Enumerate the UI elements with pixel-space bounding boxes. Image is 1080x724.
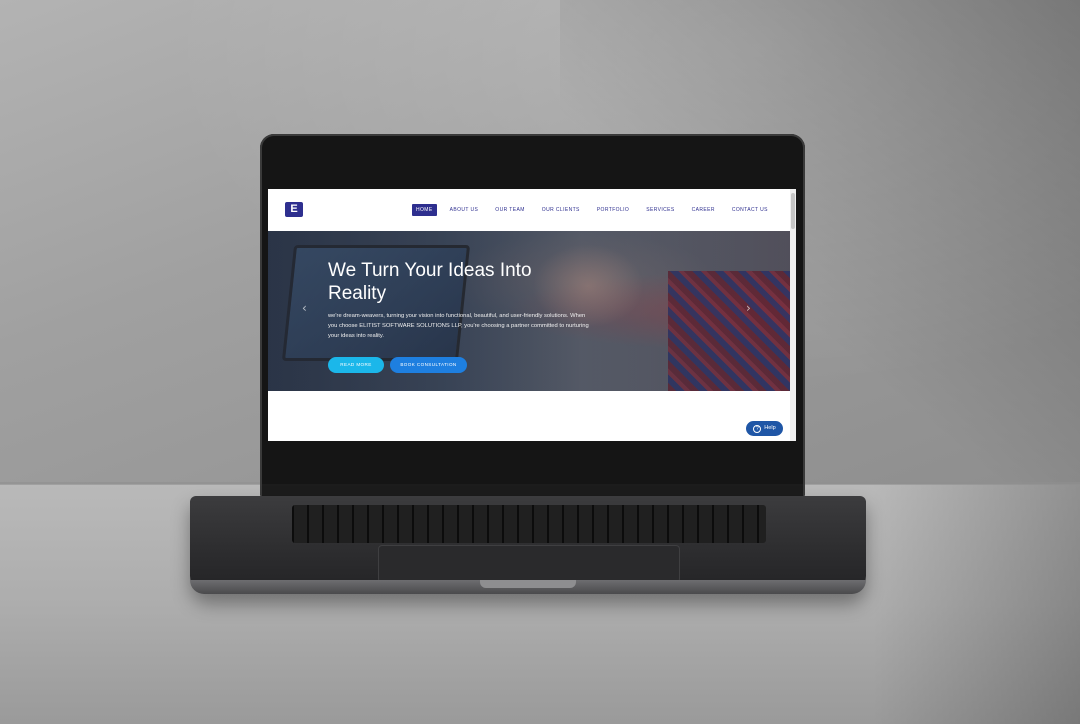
nav-item-our-clients[interactable]: OUR CLIENTS: [538, 204, 584, 216]
hero-title: We Turn Your Ideas Into Reality: [328, 260, 532, 304]
laptop-screen: E HOME ABOUT US OUR TEAM OUR CLIENTS POR…: [268, 189, 796, 441]
nav-item-contact-us[interactable]: CONTACT US: [728, 204, 772, 216]
nav-item-about-us[interactable]: ABOUT US: [446, 204, 483, 216]
hero-banner: ‹ › We Turn Your Ideas Into Reality we'r…: [268, 231, 790, 391]
nav-item-portfolio[interactable]: PORTFOLIO: [593, 204, 633, 216]
nav-item-home[interactable]: HOME: [412, 204, 437, 216]
hero-description: we're dream-weavers, turning your vision…: [328, 313, 589, 339]
nav-item-career[interactable]: CAREER: [688, 204, 719, 216]
scrollbar-thumb[interactable]: [791, 193, 795, 229]
question-circle-icon: ?: [753, 424, 762, 433]
help-button[interactable]: ? Help: [746, 421, 783, 436]
carousel-next-icon[interactable]: ›: [746, 301, 751, 315]
site-navbar: E HOME ABOUT US OUR TEAM OUR CLIENTS POR…: [268, 189, 796, 231]
laptop-notch: [480, 580, 576, 588]
read-more-button[interactable]: READ MORE: [328, 357, 384, 373]
laptop-keyboard: [292, 505, 766, 543]
nav-item-services[interactable]: SERVICES: [642, 204, 678, 216]
nav-item-our-team[interactable]: OUR TEAM: [491, 204, 529, 216]
help-label: Help: [764, 425, 776, 431]
laptop-trackpad: [378, 545, 680, 583]
carousel-prev-icon[interactable]: ‹: [302, 301, 307, 315]
book-consultation-button[interactable]: BOOK CONSULTATION: [390, 357, 467, 373]
site-logo[interactable]: E: [285, 202, 303, 217]
nav-menu: HOME ABOUT US OUR TEAM OUR CLIENTS PORTF…: [412, 203, 781, 217]
